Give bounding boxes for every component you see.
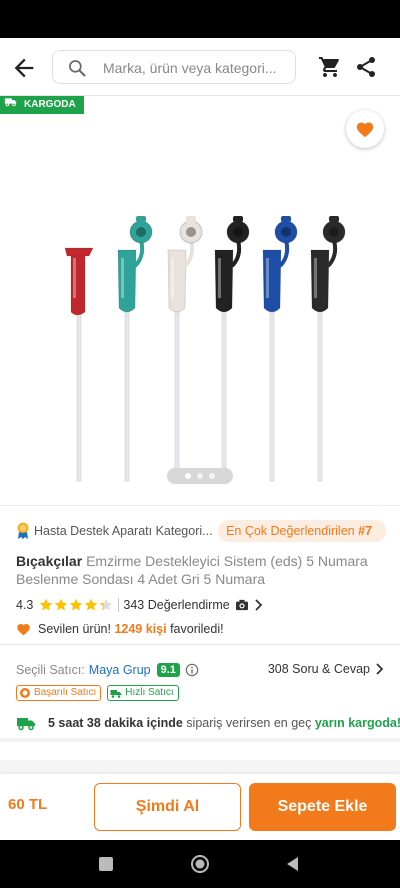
- top-bar: Marka, ürün veya kategori...: [0, 38, 400, 96]
- product-image-gallery[interactable]: KARGODA: [0, 96, 400, 501]
- price: 60 TL: [8, 796, 48, 813]
- home-icon[interactable]: [190, 854, 210, 874]
- seller-score-badge: 9.1: [156, 663, 180, 677]
- truck-icon: [110, 690, 122, 698]
- seller-name-link[interactable]: Maya Grup: [89, 663, 151, 677]
- rank-badge[interactable]: En Çok Değerlendirilen #7: [218, 520, 386, 542]
- category-link[interactable]: Hasta Destek Aparatı Kategori...: [34, 524, 213, 538]
- info-icon[interactable]: [185, 663, 199, 677]
- favorite-button[interactable]: [346, 110, 384, 148]
- star-icon: [55, 598, 68, 611]
- seller-label: Seçili Satıcı:: [16, 663, 85, 677]
- product-title: Bıçakçılar Emzirme Destekleyici Sistem (…: [16, 552, 384, 588]
- pager-dot[interactable]: [197, 473, 203, 479]
- product-info: Hasta Destek Aparatı Kategori... En Çok …: [0, 505, 400, 640]
- medal-icon: [20, 688, 30, 698]
- rating-row[interactable]: 4.3 343 Değerlendirme: [16, 597, 263, 613]
- tag-label: Hızlı Satıcı: [125, 687, 174, 698]
- questions-link[interactable]: 308 Soru & Cevap: [268, 662, 384, 676]
- delivery-mid: sipariş verirsen en geç: [186, 716, 312, 730]
- heart-icon: [356, 122, 374, 138]
- search-input[interactable]: Marka, ürün veya kategori...: [52, 50, 296, 84]
- star-icon: [40, 598, 53, 611]
- feeding-tube: [117, 216, 153, 482]
- share-icon[interactable]: [354, 55, 378, 79]
- successful-seller-tag: Başarılı Satıcı: [16, 685, 102, 701]
- search-icon: [69, 60, 86, 77]
- star-icon: [85, 598, 98, 611]
- rank-text: En Çok Değerlendirilen: [226, 524, 355, 538]
- add-to-cart-button[interactable]: Sepete Ekle: [249, 783, 396, 831]
- pager-dot[interactable]: [185, 473, 191, 479]
- qa-label: 308 Soru & Cevap: [267, 662, 370, 676]
- back-arrow-icon[interactable]: [10, 54, 38, 82]
- loved-count: 1249 kişi: [114, 622, 167, 636]
- favorited-row: Sevilen ürün! 1249 kişi favoriledi!: [16, 620, 224, 638]
- award-icon: [17, 522, 29, 539]
- feeding-tube: [214, 216, 250, 482]
- search-placeholder: Marka, ürün veya kategori...: [103, 60, 277, 76]
- rating-stars: [39, 598, 114, 612]
- delivery-day: yarın kargoda!: [314, 716, 400, 730]
- loved-suffix: favoriledi!: [170, 622, 224, 636]
- star-icon: [100, 598, 113, 611]
- camera-icon: [235, 599, 248, 611]
- chevron-right-icon: [255, 599, 262, 611]
- star-icon: [70, 598, 83, 611]
- back-icon[interactable]: [283, 854, 303, 874]
- cart-icon[interactable]: [318, 55, 342, 79]
- feeding-tube: [167, 216, 203, 482]
- buy-now-button[interactable]: Şimdi Al: [94, 783, 241, 831]
- feeding-tube: [262, 216, 298, 482]
- recents-icon[interactable]: [96, 854, 116, 874]
- section-gap: [0, 760, 400, 774]
- system-nav-bar: [0, 840, 400, 888]
- pager-dot[interactable]: [209, 473, 215, 479]
- shipping-badge: KARGODA: [0, 96, 84, 114]
- divider: [118, 598, 120, 612]
- rank-number: #7: [358, 524, 372, 538]
- rating-value: 4.3: [16, 598, 34, 612]
- seller-row: Seçili Satıcı: Maya Grup 9.1: [16, 661, 199, 679]
- bottom-action-bar: 60 TL Şimdi Al Sepete Ekle: [0, 774, 400, 840]
- badge-label: KARGODA: [24, 99, 76, 110]
- image-pager[interactable]: [167, 468, 233, 484]
- delivery-truck-icon: [17, 718, 35, 731]
- delivery-time: 5 saat 38 dakika içinde: [48, 716, 183, 730]
- chevron-right-icon: [376, 663, 384, 675]
- status-bar: [0, 0, 400, 38]
- review-count: 343 Değerlendirme: [123, 598, 230, 612]
- loved-prefix: Sevilen ürün!: [38, 622, 111, 636]
- category-row: Hasta Destek Aparatı Kategori... En Çok …: [16, 520, 386, 542]
- feeding-tube: [64, 247, 94, 482]
- seller-tags: Başarılı Satıcı Hızlı Satıcı: [16, 685, 185, 701]
- heart-icon: [17, 624, 30, 636]
- seller-section: Seçili Satıcı: Maya Grup 9.1 308 Soru & …: [0, 644, 400, 742]
- product-image: [64, 216, 346, 482]
- truck-icon: [4, 98, 17, 107]
- brand-name[interactable]: Bıçakçılar: [16, 553, 82, 569]
- fast-seller-tag: Hızlı Satıcı: [107, 685, 179, 701]
- tag-label: Başarılı Satıcı: [34, 687, 97, 698]
- feeding-tube: [310, 216, 346, 482]
- delivery-info: 5 saat 38 dakika içinde sipariş verirsen…: [16, 714, 400, 732]
